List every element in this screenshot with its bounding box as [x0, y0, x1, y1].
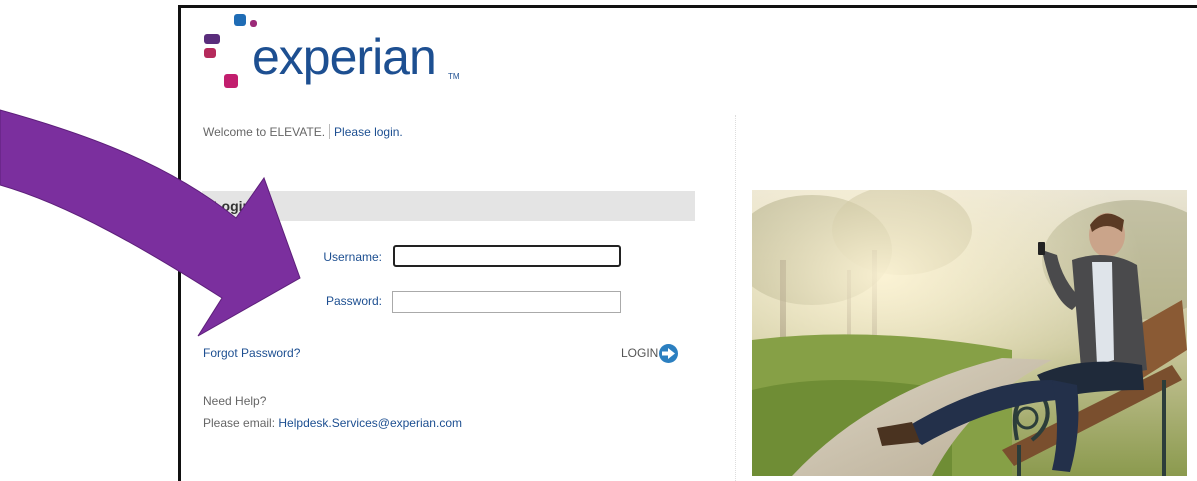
help-email-prefix: Please email:: [203, 416, 276, 430]
help-email-line: Please email: Helpdesk.Services@experian…: [203, 416, 462, 430]
password-input[interactable]: [392, 291, 621, 313]
logo-trademark: TM: [448, 72, 460, 81]
welcome-separator: [329, 124, 331, 139]
login-button-label: LOGIN: [621, 346, 659, 360]
forgot-password-link[interactable]: Forgot Password?: [203, 346, 300, 360]
login-arrow-icon: [659, 343, 679, 363]
help-email-link[interactable]: Helpdesk.Services@experian.com: [278, 416, 462, 430]
please-login-link[interactable]: Please login.: [334, 125, 403, 139]
hero-photo: [752, 190, 1187, 476]
help-title: Need Help?: [203, 394, 267, 408]
arrow-pointer-icon: [0, 109, 301, 337]
login-button[interactable]: LOGIN: [621, 343, 679, 363]
username-input[interactable]: [393, 245, 621, 267]
column-divider: [735, 115, 737, 481]
